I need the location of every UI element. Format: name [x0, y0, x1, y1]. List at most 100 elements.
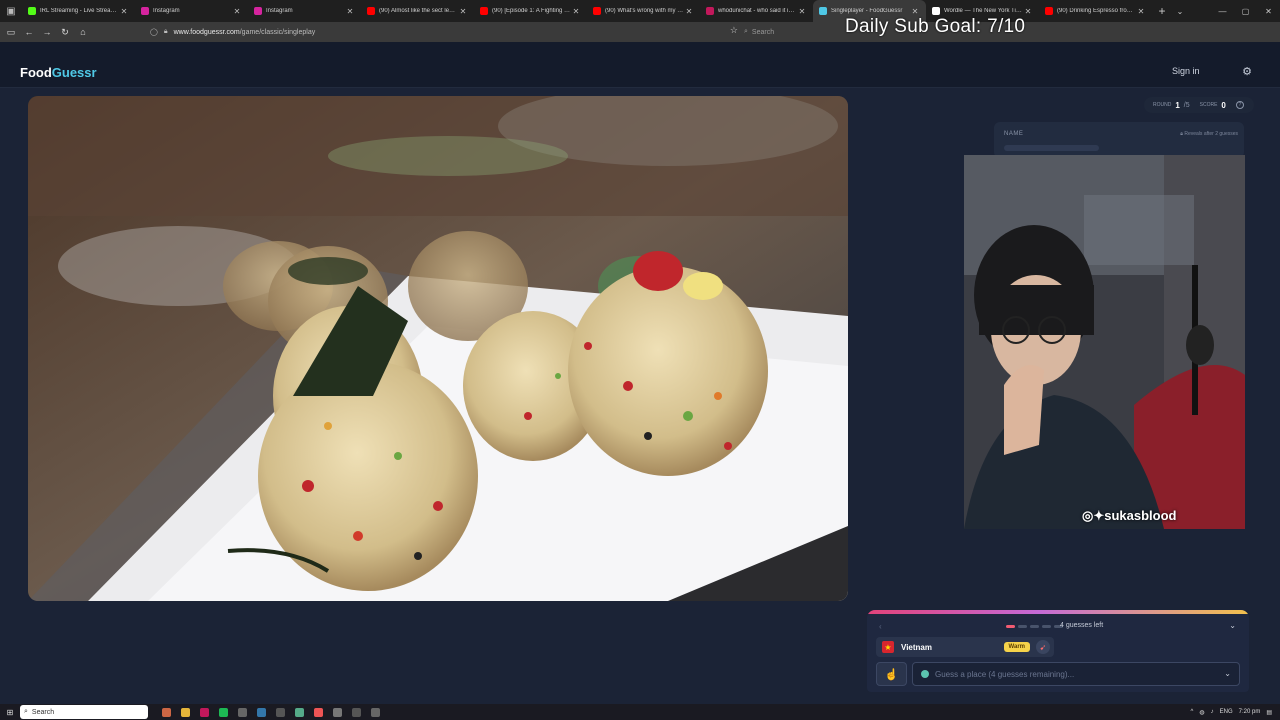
browser-search-box[interactable]: ⌕ Search: [744, 25, 844, 39]
hint-button[interactable]: ☝: [876, 662, 907, 686]
shield-icon[interactable]: ◯: [150, 28, 158, 36]
app-icon[interactable]: [257, 707, 266, 717]
browser-tab[interactable]: (90) [Episode 1: A Fighting Cha ✕: [474, 0, 587, 22]
system-tray: ^ ◍ ♪ ENG 7:20 pm ▤: [1191, 704, 1272, 720]
tab-favicon-icon: [706, 7, 714, 15]
previous-icon[interactable]: ‹: [879, 622, 882, 631]
temperature-badge: Warm: [1003, 642, 1030, 652]
sign-in-button[interactable]: Sign in: [1172, 66, 1200, 76]
food-photo: [28, 96, 848, 601]
twitter-icon: ✦: [1093, 508, 1105, 523]
browser-tab[interactable]: (90) Almost like the sect leader ✕: [361, 0, 474, 22]
app-icon[interactable]: [200, 707, 209, 717]
maximize-icon[interactable]: ▢: [1234, 0, 1257, 22]
browser-tab[interactable]: (90) Drinking Espresso from th ✕: [1039, 0, 1152, 22]
browser-tab[interactable]: (90) What's wrong with my nam ✕: [587, 0, 700, 22]
instagram-icon: ◎: [1082, 508, 1094, 523]
language-indicator[interactable]: ENG: [1220, 709, 1233, 715]
app-icon[interactable]: [295, 707, 304, 717]
close-window-icon[interactable]: ✕: [1257, 0, 1280, 22]
chevron-down-icon[interactable]: ⌄: [1229, 621, 1236, 630]
guess-input[interactable]: [935, 669, 1215, 679]
foodguessr-logo[interactable]: FoodGuessr: [20, 65, 97, 80]
score-label: SCORE: [1199, 102, 1218, 108]
close-tab-icon[interactable]: ✕: [797, 7, 807, 16]
compass-icon: ➹: [1036, 640, 1050, 654]
browser-tab[interactable]: IRL Streaming - Live Streams o ✕: [22, 0, 135, 22]
tray-chevron-icon[interactable]: ^: [1191, 709, 1194, 715]
panel-accent-bar: [867, 610, 1249, 614]
bookmark-star-icon[interactable]: ☆: [730, 25, 738, 36]
taskbar-search-label: Search: [31, 708, 55, 716]
close-tab-icon[interactable]: ✕: [684, 7, 694, 16]
app-icon[interactable]: [276, 707, 285, 717]
back-icon[interactable]: ←: [20, 22, 38, 42]
app-icon[interactable]: [238, 707, 247, 717]
start-icon[interactable]: ⊞: [2, 704, 18, 720]
close-tab-icon[interactable]: ✕: [571, 7, 581, 16]
round-label: ROUND: [1153, 102, 1172, 108]
close-tab-icon[interactable]: ✕: [910, 7, 920, 16]
round-value: 1: [1175, 100, 1180, 110]
guess-dot-used: [1006, 625, 1015, 628]
tab-favicon-icon: [367, 7, 375, 15]
reload-icon[interactable]: ↻: [56, 22, 74, 42]
name-placeholder-bar: [1004, 145, 1099, 151]
windows-taskbar: ⊞ ⌕ Search ^ ◍ ♪ ENG 7:20 pm ▤: [0, 704, 1280, 720]
window-menu-icon[interactable]: ▣: [0, 0, 22, 22]
browser-toolbar: ▭ ← → ↻ ⌂ ◯ 🔒︎ www.foodguessr.com/game/c…: [0, 22, 1280, 57]
browser-icon[interactable]: [314, 707, 323, 717]
browser-tab[interactable]: whodunichat - who said it in yo ✕: [700, 0, 813, 22]
webcam-overlay: ◎✦sukasblood: [964, 155, 1245, 529]
guess-input-box[interactable]: ⌄: [912, 662, 1240, 686]
address-bar[interactable]: ◯ 🔒︎ www.foodguessr.com/game/classic/sin…: [150, 25, 740, 39]
app-icon[interactable]: [333, 707, 342, 717]
app-header: FoodGuessr Sign in ⚙: [0, 42, 1280, 88]
tab-title: Wordle — The New York Times: [944, 8, 1023, 14]
minimize-icon[interactable]: —: [1211, 0, 1234, 22]
guess-panel: ‹ 4 guesses left ⌄ ★ Vietnam Warm ➹ ☝ ⌄: [867, 610, 1249, 692]
tab-title: (90) Almost like the sect leader: [379, 8, 458, 14]
network-icon[interactable]: ◍: [1199, 709, 1204, 716]
close-tab-icon[interactable]: ✕: [345, 7, 355, 16]
spotify-icon[interactable]: [219, 707, 228, 717]
guess-progress-dots: [1006, 625, 1063, 628]
notification-icon[interactable]: ▤: [1266, 709, 1272, 716]
close-tab-icon[interactable]: ✕: [458, 7, 468, 16]
file-explorer-icon[interactable]: [181, 707, 190, 717]
reveal-hint: 🔒︎ Reveals after 2 guesses: [1180, 131, 1238, 137]
tab-favicon-icon: [28, 7, 36, 15]
tab-title: (90) [Episode 1: A Fighting Cha: [492, 8, 571, 14]
close-tab-icon[interactable]: ✕: [232, 7, 242, 16]
tab-favicon-icon: [254, 7, 262, 15]
lock-icon[interactable]: 🔒︎: [164, 28, 168, 36]
vietnam-flag-icon: ★: [882, 641, 894, 653]
taskbar-search[interactable]: ⌕ Search: [20, 705, 148, 719]
forward-icon[interactable]: →: [38, 22, 56, 42]
help-icon[interactable]: ?: [1235, 101, 1244, 109]
browser-tab[interactable]: Instagram ✕: [135, 0, 248, 22]
social-handle: ◎✦sukasblood: [1082, 508, 1177, 524]
clock[interactable]: 7:20 pm: [1239, 709, 1261, 715]
browser-tab[interactable]: Instagram ✕: [248, 0, 361, 22]
guess-dot: [1018, 625, 1027, 628]
new-tab-icon[interactable]: +: [1152, 4, 1172, 18]
app-icon[interactable]: [371, 707, 380, 717]
app-icon[interactable]: [162, 707, 171, 717]
close-tab-icon[interactable]: ✕: [1136, 7, 1146, 16]
search-icon: ⌕: [24, 708, 28, 715]
sidebar-toggle-icon[interactable]: ▭: [2, 22, 20, 42]
handle-text: sukasblood: [1104, 508, 1177, 523]
tab-search-icon[interactable]: ⌄: [1172, 7, 1188, 16]
home-icon[interactable]: ⌂: [74, 22, 92, 42]
guess-dot: [1030, 625, 1039, 628]
close-tab-icon[interactable]: ✕: [1023, 7, 1033, 16]
tab-favicon-icon: [1045, 7, 1053, 15]
chevron-down-icon[interactable]: ⌄: [1224, 669, 1231, 678]
close-tab-icon[interactable]: ✕: [119, 7, 129, 16]
app-icon[interactable]: [352, 707, 361, 717]
url-host: www.foodguessr.com: [173, 28, 240, 36]
gear-icon[interactable]: ⚙: [1240, 65, 1254, 79]
volume-icon[interactable]: ♪: [1211, 709, 1214, 715]
logo-main: Food: [20, 65, 52, 80]
